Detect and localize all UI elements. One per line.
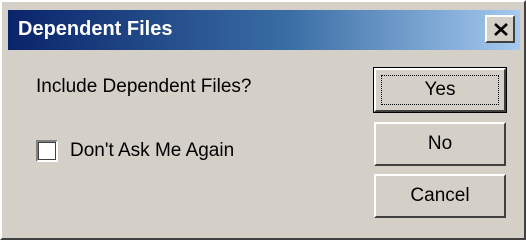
title-bar: Dependent Files (8, 10, 520, 50)
cancel-button-label: Cancel (410, 185, 470, 206)
close-icon (494, 23, 508, 36)
dont-ask-again-checkbox[interactable] (36, 140, 58, 162)
dialog-window: Dependent Files Include Dependent Files?… (0, 0, 526, 240)
focus-rectangle (381, 75, 499, 105)
dialog-title: Dependent Files (18, 18, 173, 40)
no-button[interactable]: No (374, 122, 506, 166)
dont-ask-again-label[interactable]: Don't Ask Me Again (70, 140, 234, 162)
close-button[interactable] (485, 15, 515, 43)
cancel-button[interactable]: Cancel (374, 174, 506, 218)
prompt-text: Include Dependent Files? (36, 76, 252, 97)
dont-ask-again-row[interactable]: Don't Ask Me Again (36, 138, 234, 164)
no-button-label: No (427, 133, 453, 154)
yes-button[interactable]: Yes (373, 67, 507, 113)
